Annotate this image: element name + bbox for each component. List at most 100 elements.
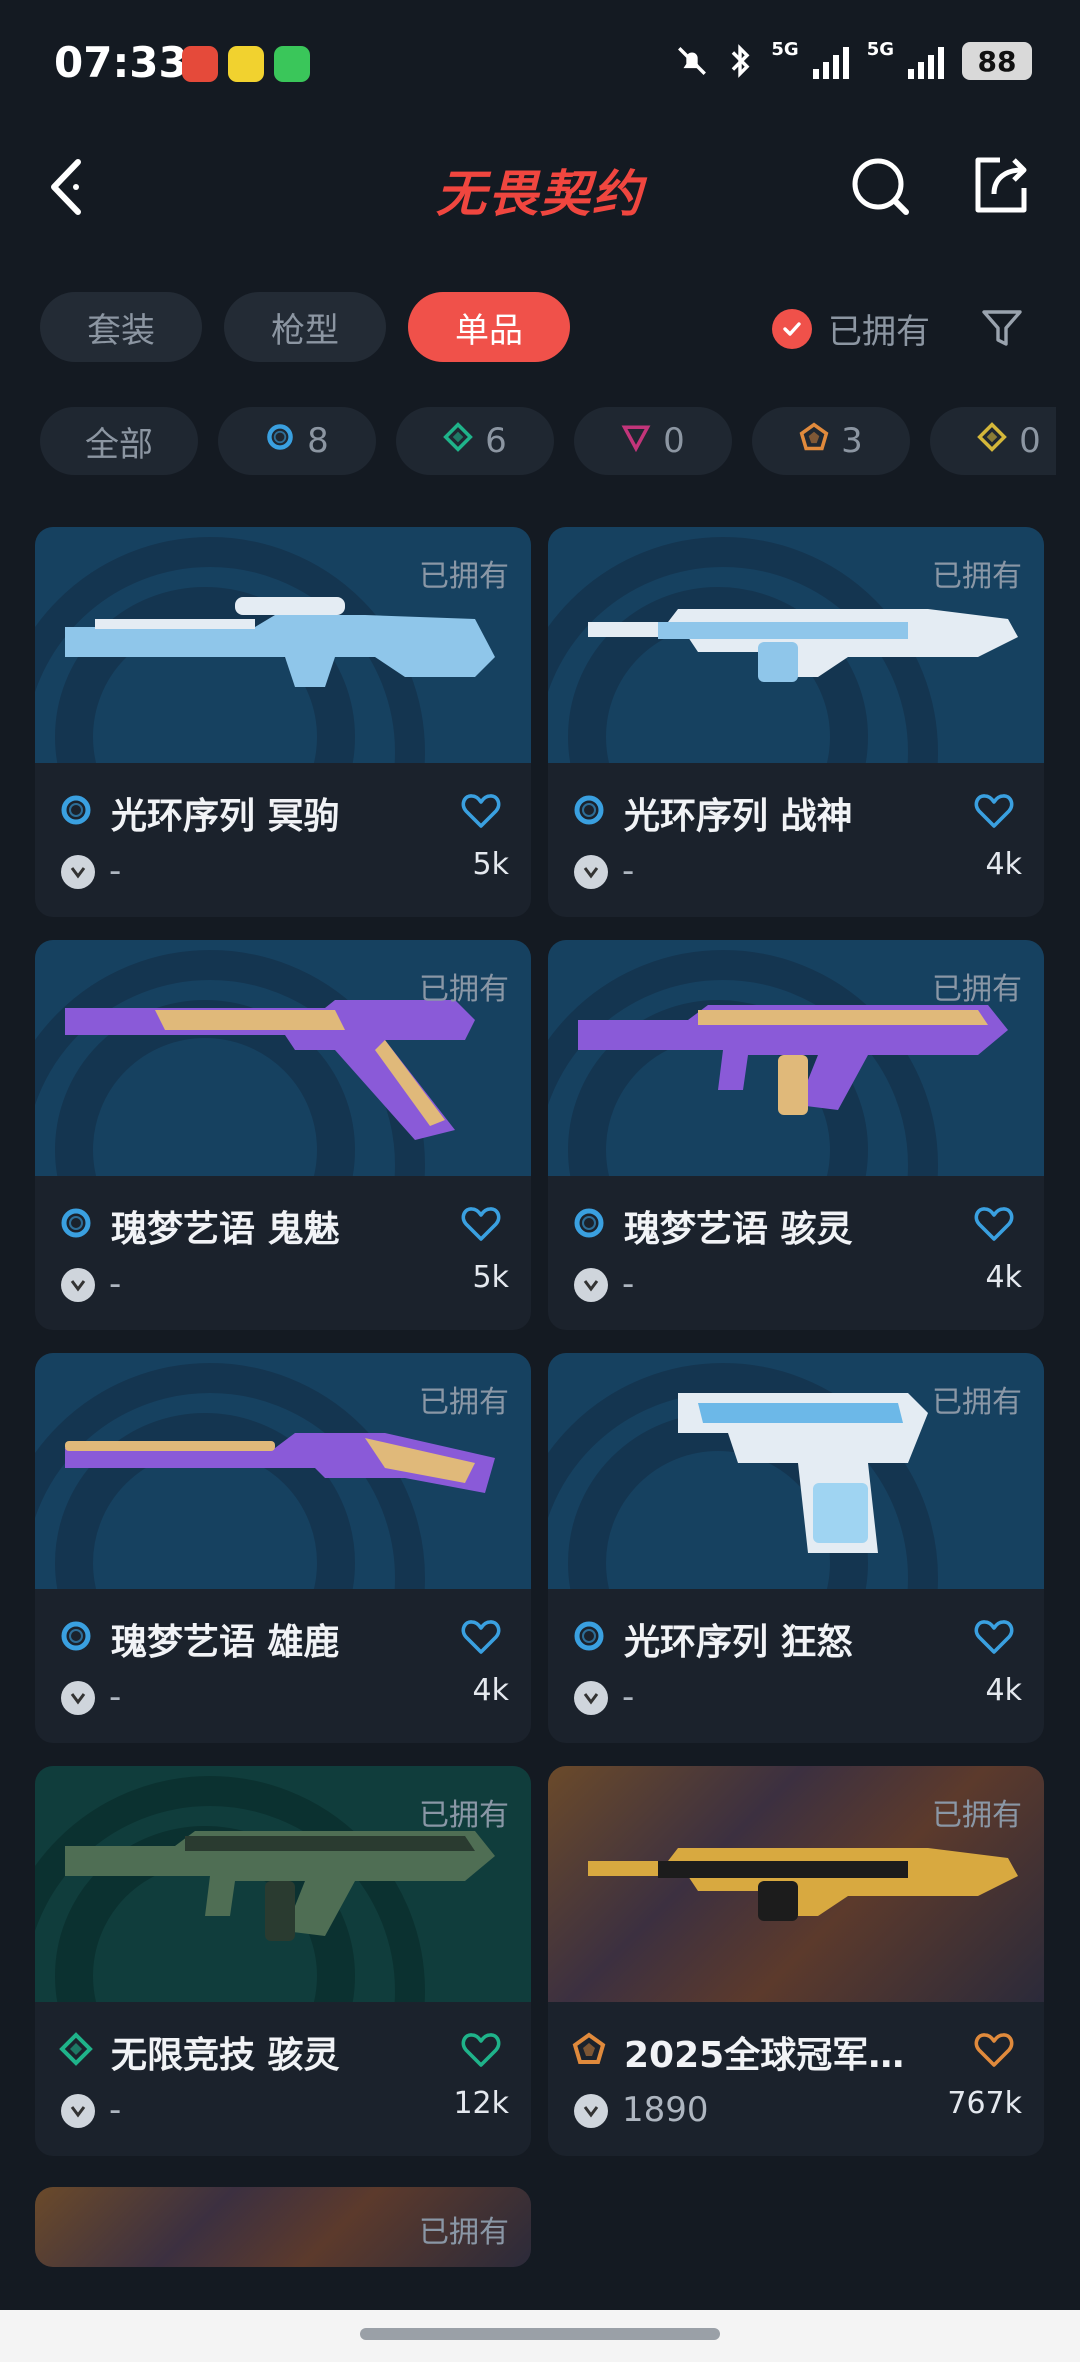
ring-rarity-icon <box>59 1619 93 1653</box>
diamond-rarity-icon <box>443 421 474 461</box>
status-indicators: 5G 5G 88 <box>675 38 1032 80</box>
battery-icon: 88 <box>962 42 1032 80</box>
item-info: 无限竞技 骇灵 - 12k <box>35 2002 531 2156</box>
item-card[interactable]: 已拥有 2025全球冠军赛 暴徒 1890 767k <box>548 1766 1044 2156</box>
owned-badge: 已拥有 <box>419 2215 509 2250</box>
item-name: 无限竞技 骇灵 <box>111 2035 340 2076</box>
rarity-chip-count: 3 <box>841 421 863 461</box>
heart-favorite-icon[interactable] <box>974 793 1014 829</box>
item-name: 瑰梦艺语 鬼魅 <box>111 1209 340 1250</box>
valorant-points-icon <box>574 855 608 889</box>
item-image: 已拥有 <box>548 1353 1044 1589</box>
page-title: 无畏契约 <box>436 165 644 223</box>
item-name: 2025全球冠军赛 暴徒 <box>624 2035 934 2076</box>
rarity-chip-label: 全部 <box>85 424 153 465</box>
rarity-chip-count: 6 <box>485 421 507 461</box>
tab-bundle[interactable]: 套装 <box>40 292 202 362</box>
valorant-points-icon <box>61 2094 95 2128</box>
signal-strength-icon-2 <box>908 43 944 79</box>
like-count: 4k <box>472 1673 509 1708</box>
item-image: 已拥有 <box>548 940 1044 1176</box>
owned-badge: 已拥有 <box>419 972 509 1007</box>
mute-bell-icon <box>678 47 707 75</box>
item-price: - <box>622 851 635 891</box>
item-price: - <box>109 1677 122 1717</box>
like-count: 12k <box>453 2086 509 2121</box>
item-price: 1890 <box>622 2090 709 2130</box>
rarity-chip-count: 0 <box>663 421 685 461</box>
heart-favorite-icon[interactable] <box>974 2032 1014 2068</box>
heart-favorite-icon[interactable] <box>974 1206 1014 1242</box>
owned-filter-label: 已拥有 <box>828 312 930 352</box>
rarity-chip-diamond[interactable]: 6 <box>396 407 554 475</box>
ring-rarity-icon <box>572 793 606 827</box>
item-price: - <box>622 1677 635 1717</box>
rarity-chip-diamond[interactable]: 0 <box>930 407 1056 475</box>
item-name: 瑰梦艺语 雄鹿 <box>111 1622 340 1663</box>
item-card[interactable]: 已拥有 瑰梦艺语 骇灵 - 4k <box>548 940 1044 1330</box>
app-icon-1 <box>182 46 218 82</box>
home-indicator[interactable] <box>360 2328 720 2340</box>
signal-strength-icon <box>812 43 849 79</box>
rarity-chip-triangle[interactable]: 0 <box>574 407 732 475</box>
item-card[interactable]: 已拥有 光环序列 冥驹 - 5k <box>35 527 531 917</box>
item-info: 瑰梦艺语 鬼魅 - 5k <box>35 1176 531 1330</box>
owned-badge: 已拥有 <box>419 1385 509 1420</box>
like-count: 5k <box>472 1260 509 1295</box>
filter-funnel-icon[interactable] <box>980 306 1024 350</box>
item-card[interactable]: 已拥有 光环序列 战神 - 4k <box>548 527 1044 917</box>
item-image: 已拥有 <box>548 527 1044 763</box>
valorant-points-icon <box>574 1268 608 1302</box>
heart-favorite-icon[interactable] <box>461 1619 501 1655</box>
share-icon[interactable] <box>968 152 1034 218</box>
valorant-points-icon <box>574 2094 608 2128</box>
item-image: 已拥有 <box>35 1766 531 2002</box>
owned-badge: 已拥有 <box>932 1385 1022 1420</box>
tab-weapon-type[interactable]: 枪型 <box>224 292 386 362</box>
like-count: 767k <box>947 2086 1022 2121</box>
owned-filter-toggle[interactable]: 已拥有 <box>772 304 930 353</box>
rarity-chip-ring[interactable]: 8 <box>218 407 376 475</box>
item-card[interactable]: 已拥有 瑰梦艺语 鬼魅 - 5k <box>35 940 531 1330</box>
item-info: 光环序列 狂怒 - 4k <box>548 1589 1044 1743</box>
valorant-points-icon <box>61 855 95 889</box>
item-info: 瑰梦艺语 雄鹿 - 4k <box>35 1589 531 1743</box>
item-price: - <box>622 1264 635 1304</box>
item-card[interactable]: 已拥有 无限竞技 骇灵 - 12k <box>35 1766 531 2156</box>
rarity-chip-all[interactable]: 全部 <box>40 407 198 475</box>
item-name: 光环序列 冥驹 <box>111 796 340 837</box>
diamond-rarity-icon <box>59 2032 93 2066</box>
status-time: 07:33 <box>54 38 188 87</box>
app-icon-3 <box>274 46 310 82</box>
owned-badge: 已拥有 <box>932 1798 1022 1833</box>
item-image: 已拥有 <box>35 2187 531 2267</box>
heart-favorite-icon[interactable] <box>461 1206 501 1242</box>
valorant-points-icon <box>61 1681 95 1715</box>
item-card-partial[interactable]: 已拥有 <box>35 2187 531 2267</box>
rarity-chip-pentagon[interactable]: 3 <box>752 407 910 475</box>
search-icon[interactable] <box>848 154 914 220</box>
ring-rarity-icon <box>59 793 93 827</box>
diamond-rarity-icon <box>977 421 1008 461</box>
item-price: - <box>109 851 122 891</box>
network-type-label: 5G <box>771 38 799 60</box>
item-card[interactable]: 已拥有 光环序列 狂怒 - 4k <box>548 1353 1044 1743</box>
triangle-rarity-icon <box>621 421 651 461</box>
heart-favorite-icon[interactable] <box>974 1619 1014 1655</box>
pentagon-rarity-icon <box>799 421 829 461</box>
heart-favorite-icon[interactable] <box>461 2032 501 2068</box>
network-type-label-2: 5G <box>866 38 894 60</box>
owned-badge: 已拥有 <box>932 972 1022 1007</box>
item-info: 光环序列 冥驹 - 5k <box>35 763 531 917</box>
ring-rarity-icon <box>265 421 295 461</box>
item-price: - <box>109 2090 122 2130</box>
rarity-filter-row: 全部 8 6 0 3 0 <box>40 407 1056 477</box>
category-tabs: 套装 枪型 单品 <box>40 292 570 362</box>
tab-single-item[interactable]: 单品 <box>408 292 570 362</box>
item-image: 已拥有 <box>35 527 531 763</box>
ring-rarity-icon <box>59 1206 93 1240</box>
like-count: 4k <box>985 847 1022 882</box>
heart-favorite-icon[interactable] <box>461 793 501 829</box>
like-count: 4k <box>985 1260 1022 1295</box>
item-card[interactable]: 已拥有 瑰梦艺语 雄鹿 - 4k <box>35 1353 531 1743</box>
